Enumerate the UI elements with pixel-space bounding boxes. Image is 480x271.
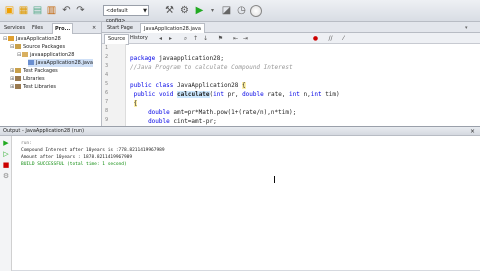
run-icon[interactable]: ▶ (193, 4, 206, 17)
clean-build-icon[interactable]: ⚙ (178, 4, 191, 17)
output-title: Output - JavaApplication28 (run) (0, 127, 480, 136)
java-file-icon (28, 60, 34, 65)
tree-label: Source Packages (23, 44, 66, 50)
line-number: 7 (105, 99, 109, 105)
stop-icon[interactable]: ■ (2, 161, 10, 169)
forward-icon[interactable]: ▸ (167, 35, 174, 42)
tree-label: javaapplication28 (30, 52, 75, 58)
open-project-icon[interactable]: ▤ (31, 4, 44, 17)
tree-label: Test Packages (23, 68, 58, 74)
line-number: 2 (105, 54, 109, 60)
toggle-bookmark-icon[interactable]: ⚑ (217, 35, 224, 42)
new-file-icon[interactable]: ▣ (3, 4, 16, 17)
stop-macro-icon[interactable]: ● (312, 35, 319, 42)
code-line: { (133, 100, 138, 107)
tree-item-java-file[interactable]: JavaApplication28.java (28, 59, 93, 67)
config-select[interactable]: <default config> ▼ (103, 5, 149, 24)
line-number: 4 (105, 72, 109, 78)
memory-gauge[interactable] (250, 5, 262, 17)
tree-label: JavaApplication28 (16, 36, 61, 42)
undo-icon[interactable]: ↶ (60, 4, 73, 17)
profile-icon[interactable]: ◷ (235, 4, 248, 17)
code-line: public class JavaApplication28 { (130, 82, 246, 89)
close-output-icon[interactable]: × (470, 127, 475, 136)
tab-list-icon[interactable]: ▾ (462, 23, 471, 33)
tree-item-test-libraries[interactable]: ⊞ Test Libraries (10, 83, 56, 91)
code-line: double amt=pr*Math.pow(1+(rate/n),n*tim)… (148, 109, 297, 116)
editor-tabbar: Start Page JavaApplication28.java ▾ (102, 22, 480, 34)
tree-item-package[interactable]: ⊟ javaapplication28 (17, 51, 74, 59)
tree-label: Test Libraries (23, 84, 57, 90)
tree-item-libraries[interactable]: ⊞ Libraries (10, 75, 45, 83)
tree-item-project[interactable]: ⊟ JavaApplication28 (3, 35, 61, 43)
tree-item-test-packages[interactable]: ⊞ Test Packages (10, 67, 58, 75)
line-number: 9 (105, 117, 109, 123)
code-view[interactable]: package javaapplication28; //Java Program… (130, 44, 480, 134)
output-side-toolbar: ▶ ▷ ■ ⚙ (0, 136, 12, 271)
line-number: 5 (105, 81, 109, 87)
projects-tabbar: Services Files Pro... × (0, 22, 101, 34)
shift-right-icon[interactable]: ⇥ (242, 35, 249, 42)
code-line: package javaapplication28; (130, 55, 224, 62)
line-number: 8 (105, 108, 109, 114)
output-line-success: BUILD SUCCESSFUL (total time: 1 second) (21, 162, 127, 167)
folder-icon (15, 68, 21, 73)
back-icon[interactable]: ◂ (157, 35, 164, 42)
tree-label: JavaApplication28.java (36, 60, 93, 66)
rerun-options-icon[interactable]: ▷ (2, 150, 10, 158)
tab-start-page[interactable]: Start Page (104, 23, 136, 33)
comment-icon[interactable]: // (327, 35, 334, 42)
line-gutter: 12345678910 (102, 44, 126, 132)
line-number: 6 (105, 90, 109, 96)
output-line: Amount after 10years : 1878.821141996798… (21, 155, 133, 160)
next-occurrence-icon[interactable]: ↓ (202, 35, 209, 42)
run-dropdown-icon[interactable]: ▾ (206, 4, 219, 17)
library-icon (15, 76, 21, 81)
code-line: public void calculate(int pr, double rat… (133, 91, 340, 98)
chevron-down-icon: ▼ (143, 8, 147, 14)
save-all-icon[interactable]: ▥ (45, 4, 58, 17)
find-icon[interactable]: ⌕ (182, 35, 189, 42)
settings-icon[interactable]: ⚙ (2, 172, 10, 180)
tab-projects[interactable]: Pro... (52, 23, 74, 34)
library-icon (15, 84, 21, 89)
code-line: //Java Program to calculate Compound Int… (130, 64, 293, 71)
new-project-icon[interactable]: ▦ (17, 4, 30, 17)
tab-services[interactable]: Services (2, 23, 27, 33)
text-cursor-icon: I (273, 175, 276, 186)
line-number: 1 (105, 45, 109, 51)
redo-icon[interactable]: ↷ (74, 4, 87, 17)
code-line: double cint=amt-pr; (148, 118, 217, 125)
tab-files[interactable]: Files (30, 23, 45, 33)
tree-item-source-packages[interactable]: ⊟ Source Packages (10, 43, 65, 51)
package-icon (22, 52, 28, 57)
tree-label: Libraries (23, 76, 45, 82)
build-icon[interactable]: ⚒ (163, 4, 176, 17)
history-tab[interactable]: History (127, 34, 151, 43)
editor-subbar: Source History ◂ ▸ ⌕ ↑ ↓ ⚑ ⇤ ⇥ ● // ⁄ (102, 33, 480, 45)
line-number: 3 (105, 63, 109, 69)
main-toolbar: ▣ ▦ ▤ ▥ ↶ ↷ <default config> ▼ ⚒ ⚙ ▶ ▾ ◪… (0, 0, 480, 24)
output-line: Compound Interest after 10years is :778.… (21, 148, 165, 153)
output-panel: Output - JavaApplication28 (run) × ▶ ▷ ■… (0, 126, 480, 271)
editor-area: Start Page JavaApplication28.java ▾ Sour… (102, 22, 480, 134)
rerun-icon[interactable]: ▶ (2, 139, 10, 147)
close-panel-icon[interactable]: × (90, 23, 98, 33)
prev-occurrence-icon[interactable]: ↑ (192, 35, 199, 42)
folder-icon (15, 44, 21, 49)
project-icon (8, 36, 14, 41)
shift-left-icon[interactable]: ⇤ (232, 35, 239, 42)
debug-icon[interactable]: ◪ (220, 4, 233, 17)
projects-panel: Services Files Pro... × ⊟ JavaApplication… (0, 22, 102, 126)
uncomment-icon[interactable]: ⁄ (340, 35, 347, 42)
output-line: run: (21, 141, 32, 146)
